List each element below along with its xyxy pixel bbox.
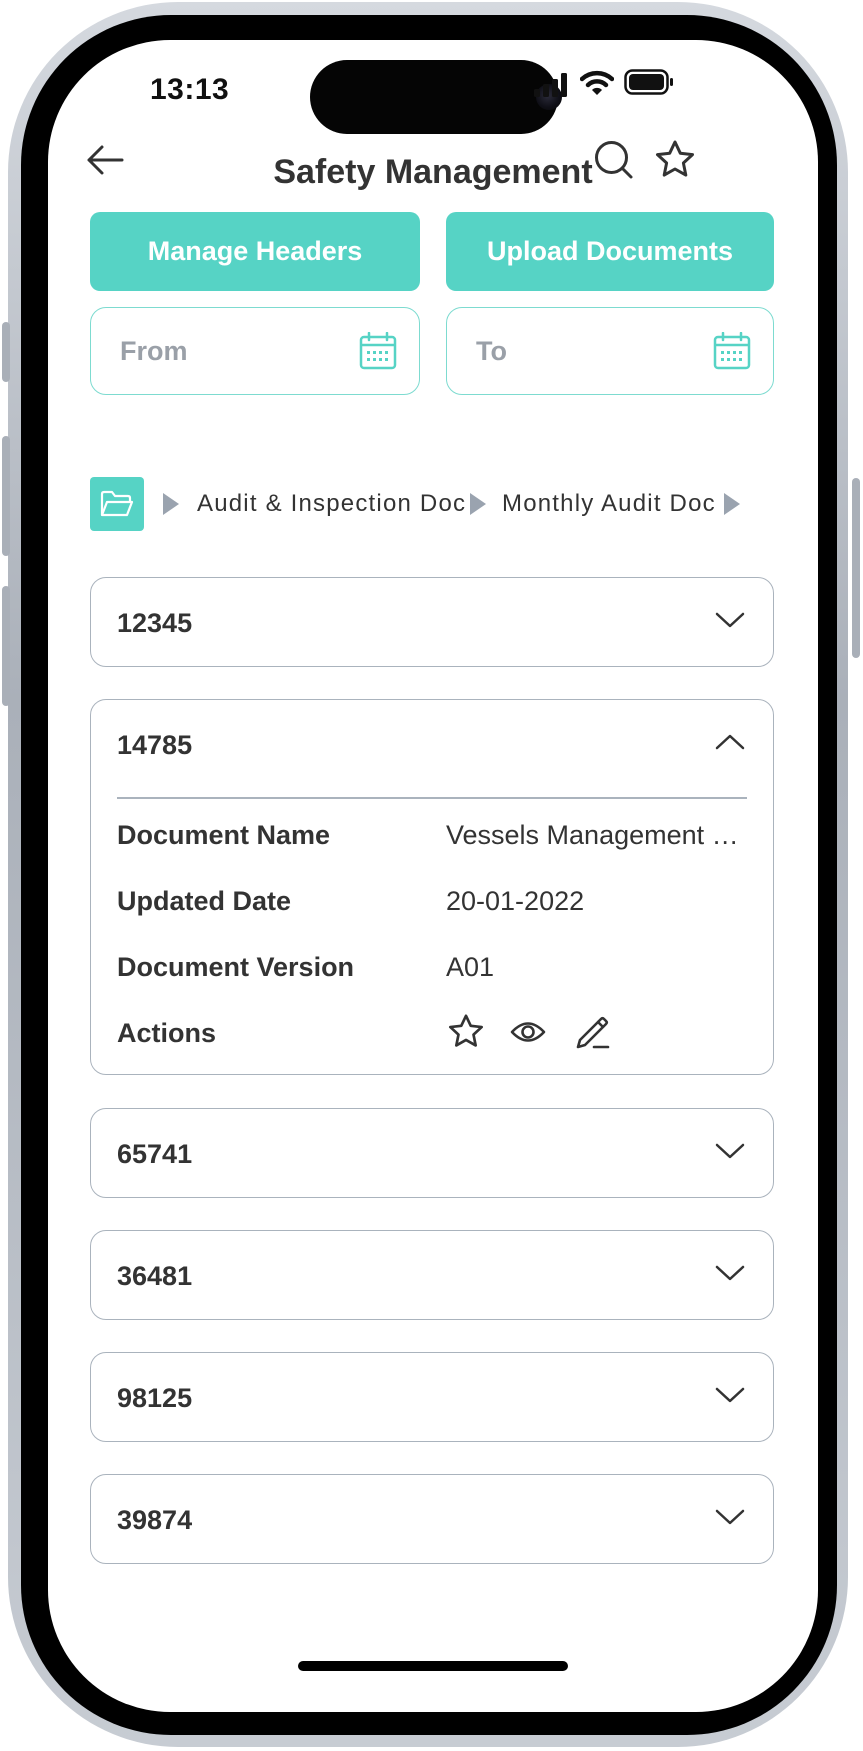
document-card[interactable]: 39874 <box>90 1474 774 1564</box>
document-id: 65741 <box>117 1139 193 1169</box>
edit-icon[interactable] <box>574 1013 612 1049</box>
document-card[interactable]: 98125 <box>90 1352 774 1442</box>
chevron-down-icon[interactable] <box>715 1142 745 1160</box>
document-name-value: Vessels Management Policy <box>446 820 751 850</box>
page-title: Safety Management <box>273 153 593 191</box>
breadcrumb-item[interactable]: Audit & Inspection Doc <box>197 490 466 518</box>
to-date-field[interactable]: To <box>446 307 774 395</box>
card-divider <box>117 797 747 799</box>
battery-icon <box>624 69 674 95</box>
dynamic-island <box>310 60 558 134</box>
side-button <box>2 586 10 706</box>
document-version-value: A01 <box>446 952 495 982</box>
side-button <box>2 436 10 556</box>
document-name-label: Document Name <box>117 820 331 850</box>
document-card[interactable]: 12345 <box>90 577 774 667</box>
breadcrumb-separator-icon <box>469 492 487 516</box>
upload-documents-button[interactable]: Upload Documents <box>446 212 774 291</box>
calendar-icon[interactable] <box>713 332 751 370</box>
updated-date-value: 20-01-2022 <box>446 886 585 916</box>
from-date-field[interactable]: From <box>90 307 420 395</box>
calendar-icon[interactable] <box>359 332 397 370</box>
chevron-up-icon[interactable] <box>715 733 745 751</box>
folder-icon[interactable] <box>90 477 144 531</box>
chevron-down-icon[interactable] <box>715 611 745 629</box>
side-button <box>2 322 10 382</box>
eye-icon[interactable] <box>510 1019 546 1045</box>
document-card[interactable]: 36481 <box>90 1230 774 1320</box>
signal-icon <box>533 73 569 97</box>
star-icon[interactable] <box>655 140 695 178</box>
document-id: 12345 <box>117 608 193 638</box>
manage-headers-button[interactable]: Manage Headers <box>90 212 420 291</box>
wifi-icon <box>580 70 614 96</box>
document-card[interactable]: 65741 <box>90 1108 774 1198</box>
breadcrumb-separator-icon <box>723 492 741 516</box>
side-button <box>852 478 860 658</box>
from-placeholder: From <box>120 335 188 366</box>
document-id: 39874 <box>117 1505 193 1535</box>
chevron-down-icon[interactable] <box>715 1264 745 1282</box>
screen: 13:13 Safety Management Manage Headers U… <box>48 40 818 1712</box>
search-icon[interactable] <box>594 140 634 180</box>
document-id[interactable]: 14785 <box>117 730 192 761</box>
document-id: 36481 <box>117 1261 193 1291</box>
to-placeholder: To <box>476 335 507 366</box>
breadcrumb-separator-icon <box>162 492 180 516</box>
actions-label: Actions <box>117 1018 217 1048</box>
document-version-label: Document Version <box>117 952 355 982</box>
updated-date-label: Updated Date <box>117 886 292 916</box>
home-indicator[interactable] <box>298 1661 568 1671</box>
chevron-down-icon[interactable] <box>715 1386 745 1404</box>
document-id: 98125 <box>117 1383 193 1413</box>
status-time: 13:13 <box>150 73 230 106</box>
breadcrumb-item[interactable]: Monthly Audit Doc <box>502 490 716 518</box>
chevron-down-icon[interactable] <box>715 1508 745 1526</box>
document-card-expanded: 14785 Document Name Vessels Management P… <box>90 699 774 1075</box>
favorite-star-icon[interactable] <box>448 1014 484 1048</box>
